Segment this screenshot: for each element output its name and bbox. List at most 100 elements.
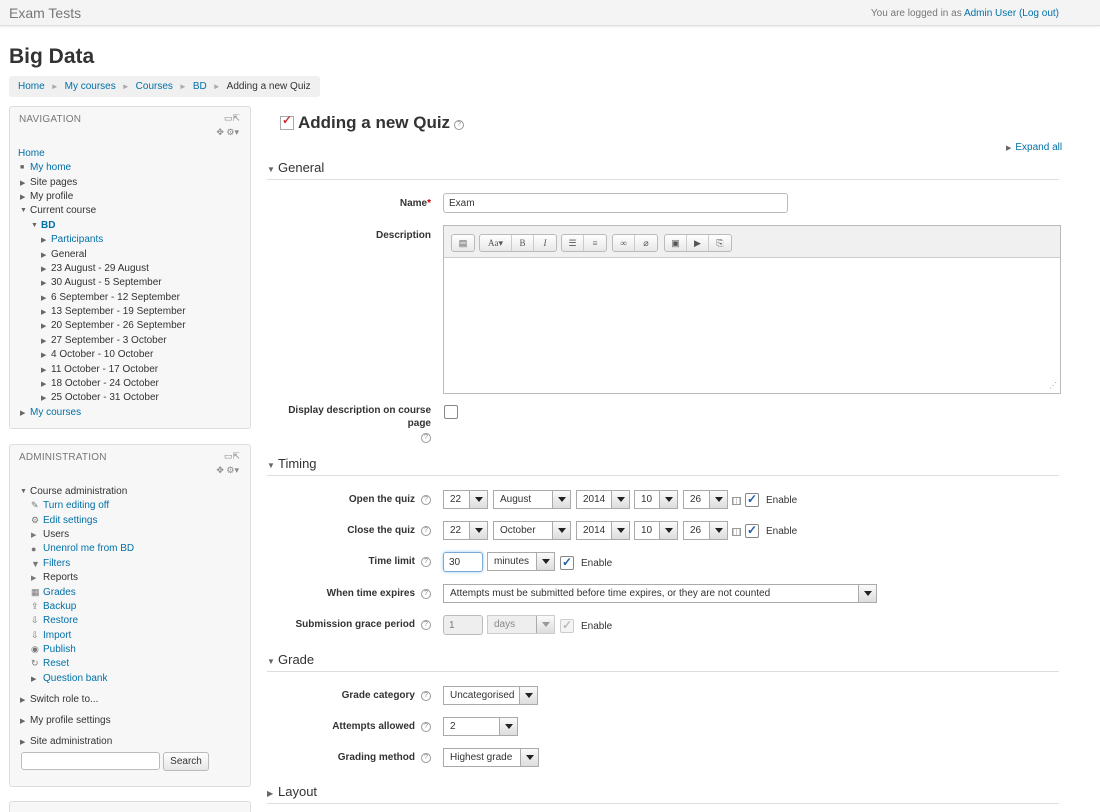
nav-general[interactable]: ▶ General	[41, 249, 87, 260]
help-icon[interactable]: ?	[454, 120, 465, 130]
breadcrumb-bd[interactable]: BD	[193, 81, 207, 92]
help-icon[interactable]: ?	[421, 752, 431, 763]
help-icon[interactable]: ?	[421, 525, 431, 536]
close-year-select[interactable]: 2014	[576, 521, 630, 540]
nav-my-courses[interactable]: ▶ My courses	[20, 407, 81, 418]
unordered-list-icon[interactable]: ☰	[562, 235, 584, 251]
admin-reports[interactable]: ▶ Reports	[31, 572, 78, 583]
open-minute-select[interactable]: 26	[683, 490, 728, 509]
admin-publish[interactable]: ◉ Publish	[31, 644, 76, 655]
nav-site-pages[interactable]: ▶ Site pages	[20, 177, 77, 188]
block-actions-icon[interactable]: ✥ ⚙▾	[216, 465, 239, 476]
help-icon[interactable]: ?	[421, 494, 431, 505]
close-hour-select[interactable]: 10	[634, 521, 678, 540]
section-grade[interactable]: ▼ Grade	[267, 652, 1059, 672]
help-icon[interactable]: ?	[421, 588, 431, 599]
dock-icon[interactable]: ▭⇱	[224, 113, 240, 124]
toolbar-toggle-icon[interactable]: ▤	[452, 235, 474, 251]
close-month-select[interactable]: October	[493, 521, 571, 540]
grace-period-unit-select[interactable]: days	[487, 615, 555, 634]
ordered-list-icon[interactable]: ≡	[584, 235, 606, 251]
nav-home[interactable]: Home	[18, 148, 45, 159]
admin-filters[interactable]: ▼ Filters	[31, 558, 70, 569]
nav-course-bd[interactable]: ▼ BD	[31, 220, 55, 231]
nav-my-profile[interactable]: ▶ My profile	[20, 191, 73, 202]
paragraph-style-icon[interactable]: Aa▾	[480, 235, 512, 251]
admin-users[interactable]: ▶ Users	[31, 529, 69, 540]
attempts-allowed-select[interactable]: 2	[443, 717, 518, 736]
admin-restore[interactable]: ⇩ Restore	[31, 615, 78, 626]
nav-participants[interactable]: ▶ Participants	[41, 234, 103, 245]
close-enable-checkbox[interactable]: ✓	[745, 524, 759, 538]
close-day-select[interactable]: 22	[443, 521, 488, 540]
nav-week-item[interactable]: ▶ 20 September - 26 September	[41, 320, 186, 331]
expand-all-link[interactable]: ▶ Expand all	[1006, 142, 1062, 153]
admin-turn-editing-off[interactable]: ✎ Turn editing off	[31, 500, 109, 511]
admin-search-button[interactable]: Search	[163, 752, 209, 771]
nav-week-item[interactable]: ▶ 23 August - 29 August	[41, 263, 149, 274]
admin-unenrol[interactable]: ● Unenrol me from BD	[31, 543, 134, 554]
image-icon[interactable]: ▣	[665, 235, 687, 251]
breadcrumb-courses[interactable]: Courses	[136, 81, 173, 92]
name-input[interactable]: Exam	[443, 193, 788, 213]
description-editor[interactable]: ▤ Aa▾ B I ☰ ≡ ∞ ⌀ ▣ ▶ ⎘ ⋰	[443, 225, 1061, 394]
display-description-checkbox[interactable]	[444, 405, 458, 419]
admin-site-administration[interactable]: ▶ Site administration	[20, 736, 112, 747]
editor-content-area[interactable]	[444, 258, 1060, 393]
admin-switch-role[interactable]: ▶ Switch role to...	[20, 694, 98, 705]
help-icon[interactable]: ?	[421, 690, 431, 701]
open-enable-checkbox[interactable]: ✓	[745, 493, 759, 507]
section-general[interactable]: ▼ General	[267, 160, 1059, 180]
user-name-link[interactable]: Admin User	[964, 8, 1016, 19]
logout-link[interactable]: (Log out)	[1019, 8, 1059, 19]
admin-search-input[interactable]	[21, 752, 160, 770]
admin-reset[interactable]: ↻ Reset	[31, 658, 69, 669]
nav-week-item[interactable]: ▶ 25 October - 31 October	[41, 392, 159, 403]
admin-question-bank[interactable]: ▶ Question bank	[31, 673, 108, 684]
open-month-select[interactable]: August	[493, 490, 571, 509]
admin-my-profile-settings[interactable]: ▶ My profile settings	[20, 715, 111, 726]
block-actions-icon[interactable]: ✥ ⚙▾	[216, 127, 239, 138]
media-icon[interactable]: ▶	[687, 235, 709, 251]
admin-backup[interactable]: ⇪ Backup	[31, 601, 76, 612]
nav-week-item[interactable]: ▶ 18 October - 24 October	[41, 378, 159, 389]
nav-week-item[interactable]: ▶ 6 September - 12 September	[41, 292, 180, 303]
link-icon[interactable]: ∞	[613, 235, 635, 251]
admin-import[interactable]: ⇩ Import	[31, 630, 71, 641]
nav-week-item[interactable]: ▶ 13 September - 19 September	[41, 306, 186, 317]
admin-course-administration[interactable]: ▼ Course administration	[20, 486, 127, 497]
breadcrumb-my-courses[interactable]: My courses	[65, 81, 116, 92]
grade-category-select[interactable]: Uncategorised	[443, 686, 538, 705]
resize-grip-icon[interactable]: ⋰	[1049, 381, 1057, 390]
admin-edit-settings[interactable]: ⚙ Edit settings	[31, 515, 97, 526]
grace-period-input[interactable]: 1	[443, 615, 483, 635]
site-name[interactable]: Exam Tests	[9, 5, 81, 21]
help-icon[interactable]: ?	[421, 556, 431, 567]
help-icon[interactable]: ?	[421, 721, 431, 732]
breadcrumb-home[interactable]: Home	[18, 81, 45, 92]
close-minute-select[interactable]: 26	[683, 521, 728, 540]
nav-week-item[interactable]: ▶ 30 August - 5 September	[41, 277, 162, 288]
help-icon[interactable]: ?	[421, 619, 431, 630]
nav-current-course[interactable]: ▼ Current course	[20, 205, 96, 216]
when-expires-select[interactable]: Attempts must be submitted before time e…	[443, 584, 877, 603]
open-hour-select[interactable]: 10	[634, 490, 678, 509]
bold-icon[interactable]: B	[512, 235, 534, 251]
grading-method-select[interactable]: Highest grade	[443, 748, 539, 767]
help-icon[interactable]: ?	[421, 433, 431, 443]
unlink-icon[interactable]: ⌀	[635, 235, 657, 251]
admin-grades[interactable]: ▦ Grades	[31, 587, 76, 598]
time-limit-enable-checkbox[interactable]: ✓	[560, 556, 574, 570]
section-layout[interactable]: ▶ Layout	[267, 784, 1059, 804]
nav-my-home[interactable]: ■ My home	[20, 162, 71, 173]
section-timing[interactable]: ▼ Timing	[267, 456, 1059, 476]
nav-week-item[interactable]: ▶ 11 October - 17 October	[41, 364, 158, 375]
nav-week-item[interactable]: ▶ 27 September - 3 October	[41, 335, 167, 346]
grace-period-enable-checkbox[interactable]: ✓	[560, 619, 574, 633]
time-limit-input[interactable]: 30	[443, 552, 483, 572]
open-day-select[interactable]: 22	[443, 490, 488, 509]
calendar-icon[interactable]	[732, 497, 741, 505]
manage-files-icon[interactable]: ⎘	[709, 235, 731, 251]
time-limit-unit-select[interactable]: minutes	[487, 552, 555, 571]
nav-week-item[interactable]: ▶ 4 October - 10 October	[41, 349, 153, 360]
